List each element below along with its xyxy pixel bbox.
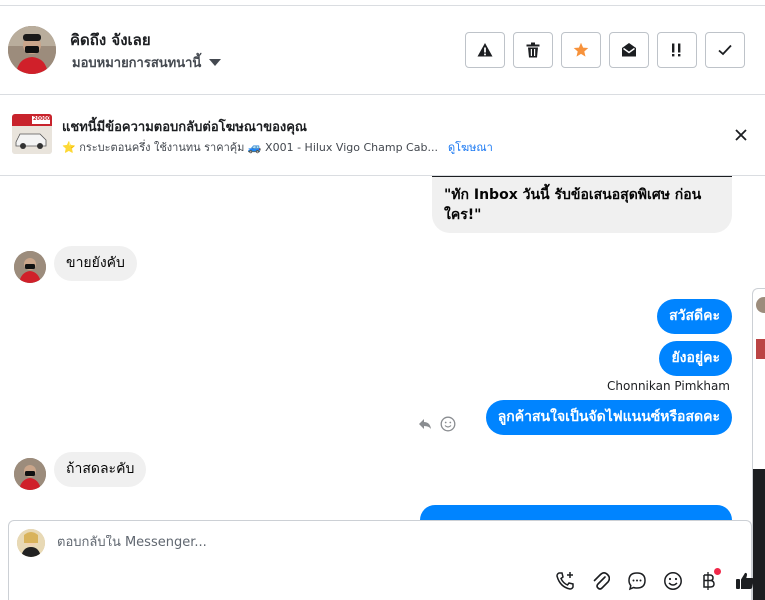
- warning-icon: [477, 43, 493, 57]
- assign-conversation-dropdown[interactable]: มอบหมายการสนทนานี้: [72, 52, 222, 73]
- call-add-icon: [556, 572, 574, 590]
- composer-toolbar: [552, 568, 758, 594]
- emoji-react-icon[interactable]: [440, 416, 456, 432]
- reply-icon[interactable]: [418, 418, 432, 430]
- baht-icon: [703, 572, 715, 590]
- ad-banner-title: แชทนี้มีข้อความตอบกลับต่อโฆษณาของคุณ: [62, 120, 307, 135]
- star-icon: [573, 42, 589, 57]
- contact-avatar-small[interactable]: [14, 458, 46, 490]
- delete-button[interactable]: [513, 32, 553, 68]
- message-input[interactable]: [57, 535, 657, 550]
- saved-replies-button[interactable]: [624, 568, 650, 594]
- outgoing-message: สวัสดีคะ: [657, 299, 732, 334]
- incoming-message: ขายยังคับ: [54, 246, 137, 281]
- outgoing-message-partial: [420, 505, 732, 520]
- conversation-header: คิดถึง จังเลย มอบหมายการสนทนานี้: [0, 6, 765, 95]
- message-tools: [418, 416, 456, 432]
- sender-name: Chonnikan Pimkham: [607, 379, 730, 393]
- side-thumbnail: [756, 339, 765, 359]
- checkmark-icon: [718, 44, 732, 56]
- reply-composer: [8, 520, 754, 600]
- emoji-button[interactable]: [660, 568, 686, 594]
- mark-unread-button[interactable]: [609, 32, 649, 68]
- thumbs-up-icon: [736, 572, 754, 589]
- follow-up-icon: [672, 43, 681, 57]
- contact-avatar[interactable]: [8, 26, 56, 74]
- close-banner-button[interactable]: [732, 126, 750, 144]
- ad-thumbnail[interactable]: 20000: [12, 114, 52, 154]
- like-button[interactable]: [732, 568, 758, 594]
- contact-avatar-small[interactable]: [14, 251, 46, 283]
- ad-reply-banner: 20000 แชทนี้มีข้อความตอบกลับต่อโฆษณาของค…: [0, 96, 765, 176]
- outgoing-message: ลูกค้าสนใจเป็นจัดไฟแนนซ์หรือสดคะ: [485, 400, 732, 435]
- header-actions: [465, 32, 745, 68]
- call-add-button[interactable]: [552, 568, 578, 594]
- spam-button[interactable]: [465, 32, 505, 68]
- chat-bubble-icon: [628, 572, 646, 591]
- caret-down-icon[interactable]: [209, 59, 222, 66]
- close-icon: [735, 129, 747, 141]
- ad-banner-subtitle: ⭐ กระบะตอนครึ่ง ใช้งานทน ราคาคุ้ม 🚙 X001…: [62, 138, 493, 156]
- contact-name[interactable]: คิดถึง จังเลย: [70, 28, 151, 52]
- paperclip-icon: [593, 571, 610, 590]
- incoming-message: ถ้าสดละคับ: [54, 452, 147, 487]
- side-avatar: [756, 297, 765, 313]
- payment-button[interactable]: [696, 568, 722, 594]
- message-thread[interactable]: "ทัก Inbox วันนี้ รับข้อเสนอสุดพิเศษ ก่อ…: [0, 176, 752, 520]
- follow-up-button[interactable]: [657, 32, 697, 68]
- assign-label: มอบหมายการสนทนานี้: [72, 56, 202, 71]
- outgoing-message: ยังอยู่คะ: [659, 341, 732, 376]
- star-button[interactable]: [561, 32, 601, 68]
- ad-caption: ⭐ กระบะตอนครึ่ง ใช้งานทน ราคาคุ้ม 🚙 X001…: [62, 141, 438, 154]
- trash-icon: [526, 42, 540, 58]
- attach-button[interactable]: [588, 568, 614, 594]
- notification-dot: [714, 568, 721, 575]
- ad-thumb-price: 20000: [33, 116, 51, 122]
- mark-done-button[interactable]: [705, 32, 745, 68]
- emoji-icon: [664, 572, 682, 590]
- mark-unread-icon: [622, 43, 636, 57]
- view-ad-link[interactable]: ดูโฆษณา: [448, 138, 493, 156]
- page-avatar: [17, 529, 45, 557]
- quoted-ad-message: "ทัก Inbox วันนี้ รับข้อเสนอสุดพิเศษ ก่อ…: [432, 176, 732, 233]
- side-conversation-panel[interactable]: [752, 288, 765, 600]
